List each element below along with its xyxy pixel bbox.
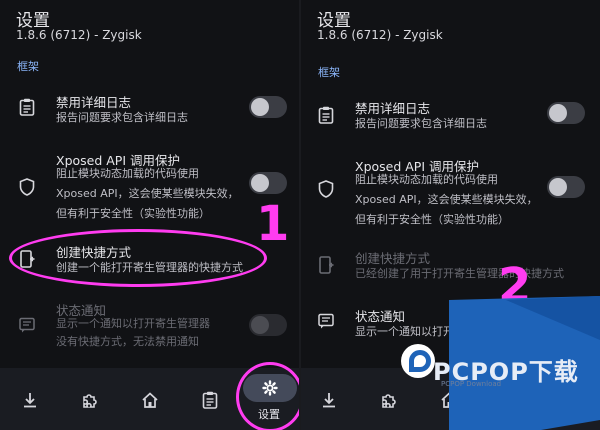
- setting-status-notification: 状态通知 显示一个通知以打开寄生管理器 没有快捷方式，无法禁用通知: [0, 298, 299, 352]
- setting-description-line-3: 但有利于安全性（实验性功能）: [56, 207, 210, 220]
- notification-icon: [16, 314, 38, 336]
- setting-disable-verbose-log[interactable]: 禁用详细日志 报告问题要求包含详细日志: [0, 88, 299, 132]
- logs-icon[interactable]: [198, 388, 222, 412]
- version-subtitle: 1.8.6 (6712) - Zygisk: [16, 28, 142, 42]
- annotation-number: 1: [256, 196, 290, 252]
- setting-description-line-1: 显示一个通知以打开寄生管理器: [56, 317, 210, 330]
- setting-description: 报告问题要求包含详细日志: [56, 111, 188, 124]
- setting-description-line-2: Xposed API，这会使某些模块失效，: [56, 187, 239, 200]
- setting-xposed-api-protection[interactable]: Xposed API 调用保护 阻止模块动态加载的代码使用 Xposed API…: [0, 148, 299, 220]
- watermark-logo-icon: [401, 344, 435, 378]
- annotation-circle-settings-tab: [236, 362, 299, 430]
- download-icon[interactable]: [18, 388, 42, 412]
- status-notification-toggle: [249, 314, 287, 336]
- shield-icon: [16, 176, 38, 198]
- setting-description-line-2: 没有快捷方式，无法禁用通知: [56, 335, 199, 348]
- screenshot-root: 设置 1.8.6 (6712) - Zygisk 框架 禁用详细日志 报告问题要…: [0, 0, 600, 430]
- setting-description-line-1: 阻止模块动态加载的代码使用: [56, 167, 199, 180]
- section-header-framework: 框架: [17, 60, 39, 73]
- clipboard-list-icon: [16, 96, 38, 118]
- watermark-subtext: PCPOP Download: [441, 380, 502, 388]
- settings-screen-after: 设置 1.8.6 (6712) - Zygisk 框架 禁用详细日志 报告问题要…: [301, 0, 600, 430]
- annotation-circle-shortcut: [9, 229, 267, 287]
- verbose-log-toggle[interactable]: [249, 96, 287, 118]
- xposed-protection-toggle[interactable]: [249, 172, 287, 194]
- home-icon[interactable]: [138, 388, 162, 412]
- settings-screen-before: 设置 1.8.6 (6712) - Zygisk 框架 禁用详细日志 报告问题要…: [0, 0, 299, 430]
- puzzle-icon[interactable]: [78, 388, 102, 412]
